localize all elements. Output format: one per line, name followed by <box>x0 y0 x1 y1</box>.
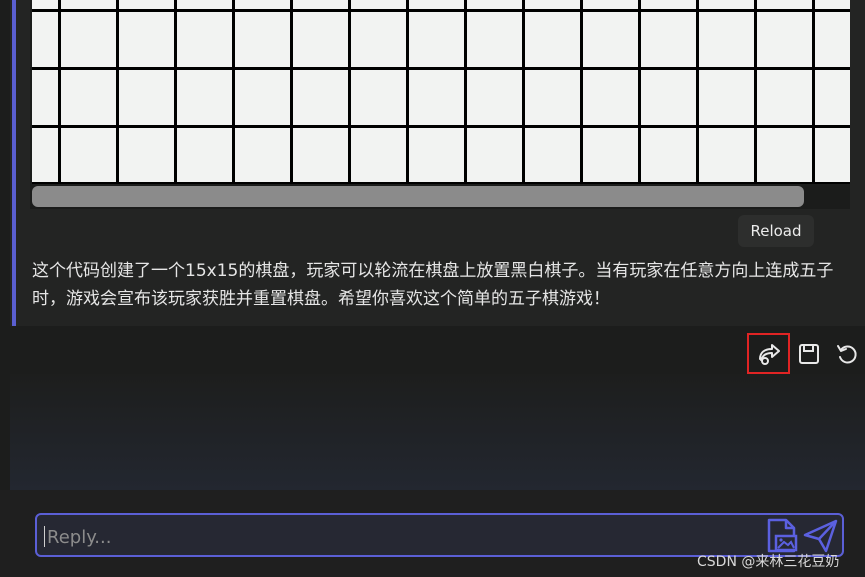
board-cell[interactable] <box>235 128 290 182</box>
board-cell[interactable] <box>351 0 406 9</box>
board-cell[interactable] <box>119 0 174 9</box>
board-cell[interactable] <box>177 0 232 9</box>
board-cell[interactable] <box>293 128 348 182</box>
board-cell[interactable] <box>641 70 696 125</box>
board-cell[interactable] <box>757 0 812 9</box>
save-button[interactable] <box>789 334 829 374</box>
board-cell[interactable] <box>757 70 812 125</box>
board-cell[interactable] <box>177 70 232 125</box>
code-output-frame <box>30 0 850 209</box>
board-cell[interactable] <box>525 0 580 9</box>
attach-image-button[interactable] <box>764 517 800 555</box>
board-cell[interactable] <box>467 128 522 182</box>
board-cell[interactable] <box>177 12 232 67</box>
board-cell[interactable] <box>699 70 754 125</box>
board-cell[interactable] <box>815 0 850 9</box>
board-cell[interactable] <box>467 70 522 125</box>
board-cell[interactable] <box>32 70 58 125</box>
board-cell[interactable] <box>641 12 696 67</box>
send-icon <box>803 519 838 553</box>
board-cell[interactable] <box>815 128 850 182</box>
board-cell[interactable] <box>583 0 638 9</box>
gomoku-board[interactable] <box>32 0 850 184</box>
board-cell[interactable] <box>351 128 406 182</box>
watermark: CSDN @来林三花豆奶 <box>697 554 840 570</box>
message-actions <box>0 334 865 374</box>
board-cell[interactable] <box>815 70 850 125</box>
board-cell[interactable] <box>351 70 406 125</box>
board-cell[interactable] <box>351 12 406 67</box>
board-cell[interactable] <box>409 12 464 67</box>
board-cell[interactable] <box>467 0 522 9</box>
board-cell[interactable] <box>409 128 464 182</box>
conversation-spacer <box>10 374 865 490</box>
message-accent-bar <box>12 0 16 326</box>
save-icon <box>799 344 819 364</box>
board-cell[interactable] <box>235 0 290 9</box>
board-cell[interactable] <box>409 0 464 9</box>
board-cell[interactable] <box>119 12 174 67</box>
board-cell[interactable] <box>61 128 116 182</box>
board-cell[interactable] <box>699 0 754 9</box>
share-button-highlight <box>747 333 790 374</box>
board-cell[interactable] <box>583 128 638 182</box>
board-cell[interactable] <box>583 70 638 125</box>
board-cell[interactable] <box>119 70 174 125</box>
board-cell[interactable] <box>61 70 116 125</box>
board-cell[interactable] <box>61 12 116 67</box>
board-cell[interactable] <box>757 128 812 182</box>
send-button[interactable] <box>801 517 841 555</box>
board-cell[interactable] <box>583 12 638 67</box>
reload-button[interactable] <box>827 334 865 374</box>
board-cell[interactable] <box>32 12 58 67</box>
message-text: 这个代码创建了一个15x15的棋盘，玩家可以轮流在棋盘上放置黑白棋子。当有玩家在… <box>32 261 834 309</box>
board-cell[interactable] <box>293 12 348 67</box>
board-cell[interactable] <box>525 128 580 182</box>
board-cell[interactable] <box>235 70 290 125</box>
board-cell[interactable] <box>641 0 696 9</box>
board-cell[interactable] <box>699 128 754 182</box>
board-cell[interactable] <box>119 128 174 182</box>
chat-window: Reload 这个代码创建了一个15x15的棋盘，玩家可以轮流在棋盘上放置黑白棋… <box>0 0 865 577</box>
board-cell[interactable] <box>293 0 348 9</box>
board-cell[interactable] <box>525 12 580 67</box>
board-cell[interactable] <box>235 12 290 67</box>
board-cell[interactable] <box>699 12 754 67</box>
reply-input[interactable] <box>45 521 749 553</box>
image-file-icon <box>767 518 798 553</box>
board-cell[interactable] <box>757 12 812 67</box>
board-cell[interactable] <box>409 70 464 125</box>
horizontal-scrollbar[interactable] <box>32 186 804 207</box>
board-cell[interactable] <box>177 128 232 182</box>
board-cell[interactable] <box>32 0 58 9</box>
reload-tooltip: Reload <box>738 215 814 247</box>
board-cell[interactable] <box>32 128 58 182</box>
board-cell[interactable] <box>61 0 116 9</box>
reload-icon <box>837 345 857 364</box>
board-cell[interactable] <box>293 70 348 125</box>
board-cell[interactable] <box>525 70 580 125</box>
board-cell[interactable] <box>815 12 850 67</box>
board-cell[interactable] <box>641 128 696 182</box>
board-cell[interactable] <box>467 12 522 67</box>
